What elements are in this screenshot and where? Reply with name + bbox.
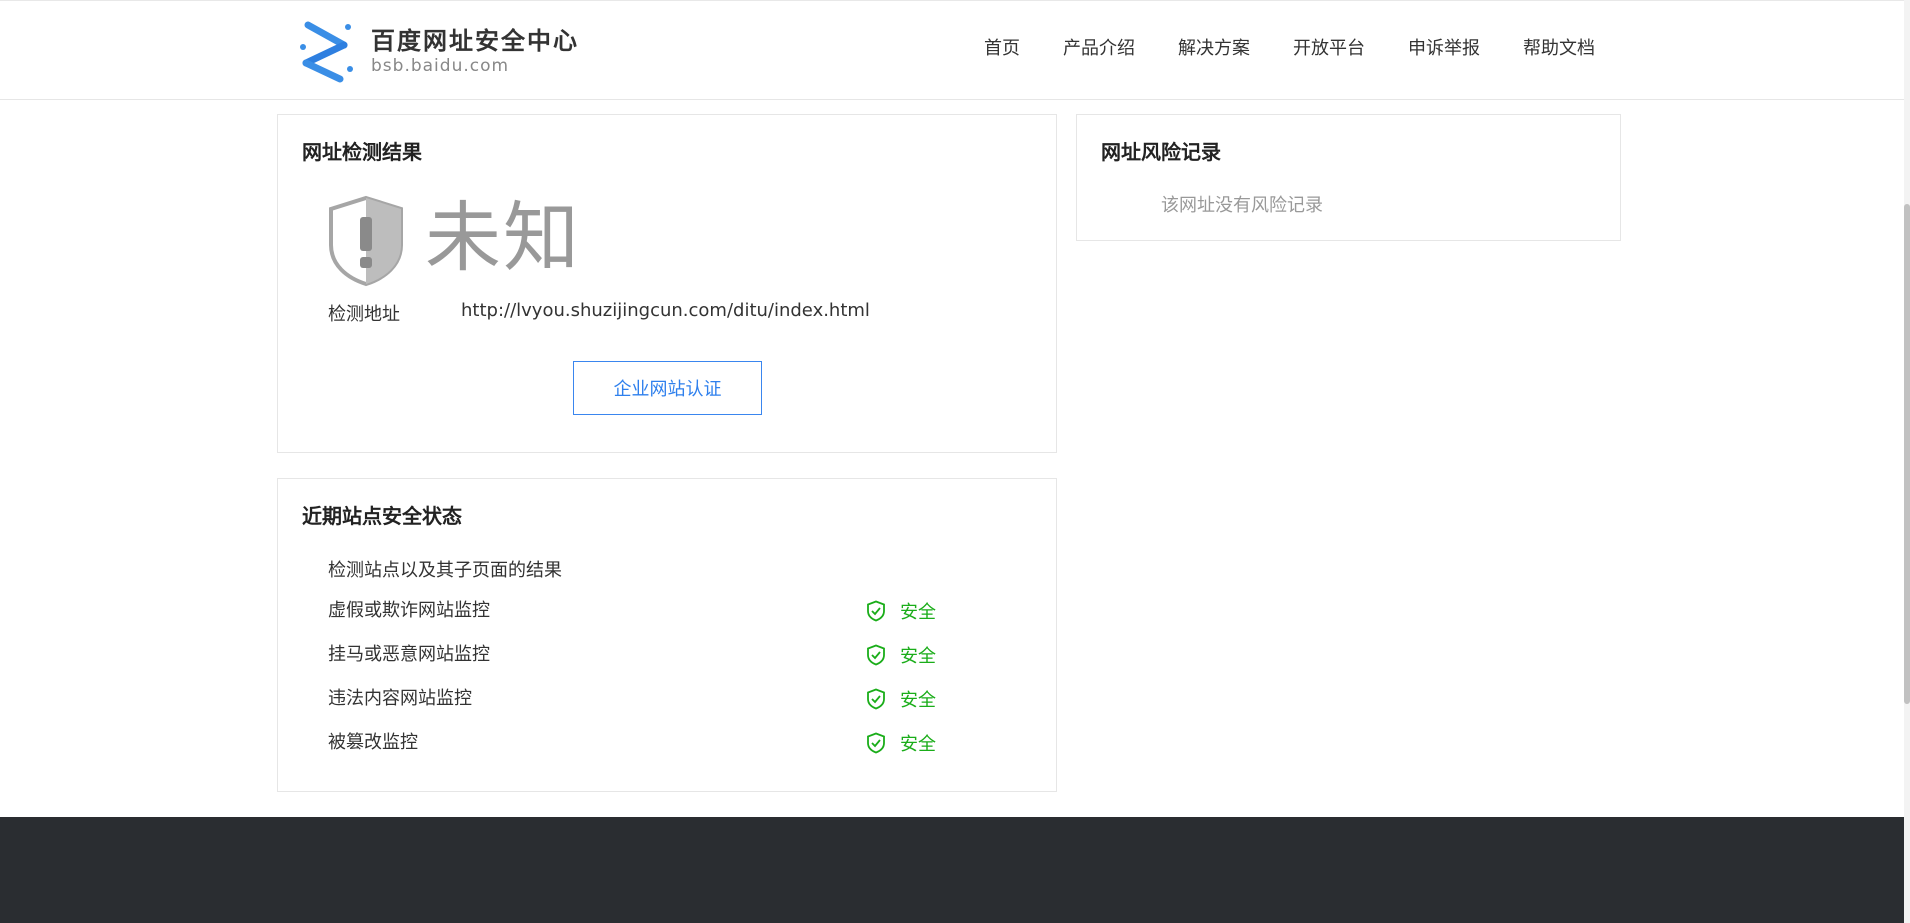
scrollbar-thumb[interactable]: [1904, 204, 1910, 704]
safe-shield-icon: [867, 688, 885, 710]
check-label: 虚假或欺诈网站监控: [328, 600, 490, 621]
check-label: 被篡改监控: [328, 732, 418, 753]
nav-item-products[interactable]: 产品介绍: [1063, 37, 1135, 61]
baidu-safe-logo-icon: [300, 21, 353, 83]
main-nav: 首页 产品介绍 解决方案 开放平台 申诉举报 帮助文档: [941, 37, 1595, 61]
check-row-malware: 挂马或恶意网站监控 安全: [328, 642, 968, 668]
safe-shield-icon: [867, 600, 885, 622]
status-description: 检测站点以及其子页面的结果: [328, 560, 562, 581]
recent-safety-status-panel: 近期站点安全状态 检测站点以及其子页面的结果 虚假或欺诈网站监控 安全 挂马或恶…: [277, 478, 1057, 792]
address-label: 检测地址: [328, 304, 400, 325]
site-logo[interactable]: 百度网址安全中心 bsb.baidu.com: [300, 19, 579, 83]
panel-title: 网址风险记录: [1101, 140, 1221, 164]
nav-item-help-docs[interactable]: 帮助文档: [1523, 37, 1595, 61]
page-scrollbar[interactable]: [1904, 0, 1910, 923]
check-row-illegal-content: 违法内容网站监控 安全: [328, 686, 968, 712]
check-status-text: 未知: [425, 193, 581, 282]
check-row-tampering: 被篡改监控 安全: [328, 730, 968, 756]
check-label: 违法内容网站监控: [328, 688, 472, 709]
check-state-text: 安全: [900, 602, 936, 623]
check-row-fraud: 虚假或欺诈网站监控 安全: [328, 598, 968, 624]
risk-empty-text: 该网址没有风险记录: [1161, 195, 1323, 216]
enterprise-certification-button[interactable]: 企业网站认证: [573, 361, 762, 415]
nav-item-report[interactable]: 申诉举报: [1408, 37, 1480, 61]
brand-subtitle: bsb.baidu.com: [371, 56, 510, 76]
panel-title: 网址检测结果: [302, 140, 422, 164]
address-value: http://lvyou.shuzijingcun.com/ditu/index…: [461, 300, 870, 321]
brand-title: 百度网址安全中心: [371, 27, 579, 55]
url-check-result-panel: 网址检测结果 未知 检测地址 http://lvyou.shuzijingcun…: [277, 114, 1057, 453]
check-state-text: 安全: [900, 646, 936, 667]
nav-item-home[interactable]: 首页: [984, 37, 1020, 61]
url-risk-record-panel: 网址风险记录 该网址没有风险记录: [1076, 114, 1621, 241]
check-label: 挂马或恶意网站监控: [328, 644, 490, 665]
warning-shield-icon: [329, 195, 403, 287]
site-footer: [0, 817, 1906, 923]
safe-shield-icon: [867, 732, 885, 754]
nav-item-open-platform[interactable]: 开放平台: [1293, 37, 1365, 61]
safe-shield-icon: [867, 644, 885, 666]
site-header: 百度网址安全中心 bsb.baidu.com 首页 产品介绍 解决方案 开放平台…: [0, 0, 1906, 100]
nav-item-solutions[interactable]: 解决方案: [1178, 37, 1250, 61]
panel-title: 近期站点安全状态: [302, 504, 462, 528]
check-state-text: 安全: [900, 734, 936, 755]
check-state-text: 安全: [900, 690, 936, 711]
